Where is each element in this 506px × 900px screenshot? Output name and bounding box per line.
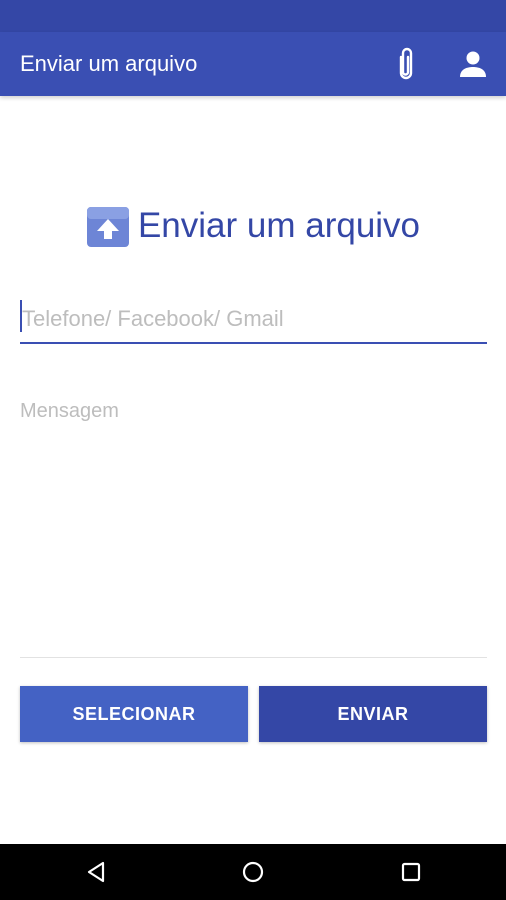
- back-icon[interactable]: [76, 852, 116, 892]
- recipient-input[interactable]: [20, 296, 487, 344]
- page-heading: Enviar um arquivo: [0, 200, 506, 252]
- heading-title: Enviar um arquivo: [137, 206, 421, 245]
- select-file-button[interactable]: SELECIONAR: [20, 686, 248, 742]
- message-input[interactable]: [20, 396, 487, 658]
- app-bar: Enviar um arquivo: [0, 32, 506, 96]
- account-icon[interactable]: [453, 44, 493, 84]
- paperclip-icon[interactable]: [386, 44, 426, 84]
- text-caret: [20, 300, 22, 332]
- send-button[interactable]: ENVIAR: [259, 686, 487, 742]
- home-icon[interactable]: [233, 852, 273, 892]
- navigation-bar: [0, 844, 506, 900]
- app-bar-title: Enviar um arquivo: [20, 51, 198, 76]
- status-bar: [0, 0, 506, 32]
- upload-icon: [86, 207, 129, 247]
- recents-icon[interactable]: [391, 852, 431, 892]
